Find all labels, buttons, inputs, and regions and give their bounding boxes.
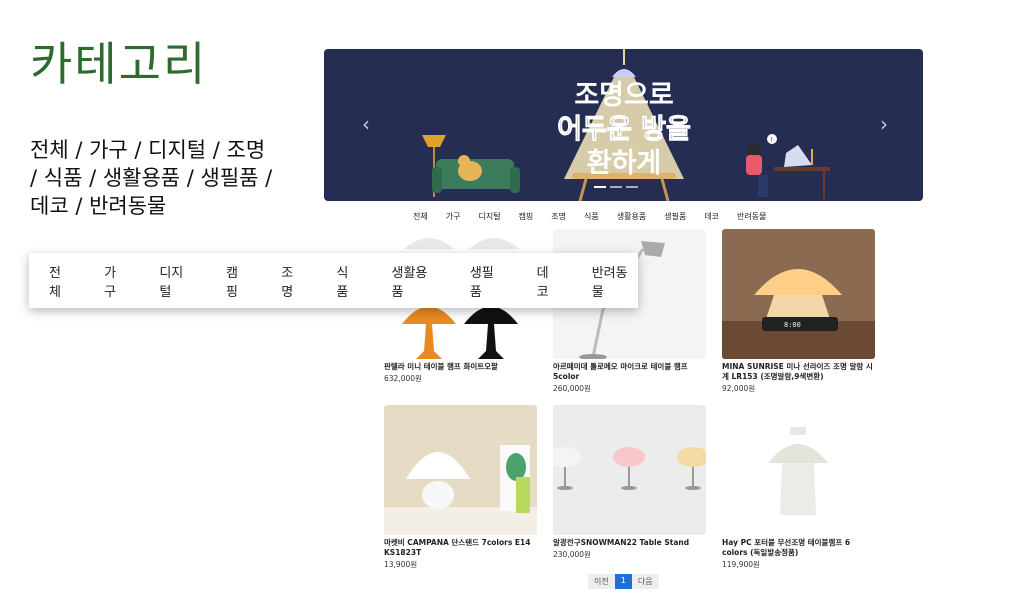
category-bar: 전체 가구 디지털 캠핑 조명 식품 생활용품 생필품 데코 반려동물 — [29, 253, 638, 308]
small-cat-item[interactable]: 디지털 — [469, 211, 509, 222]
category-text-list: 전체 / 가구 / 디지털 / 조명 / 식품 / 생활용품 / 생필품 / 데… — [30, 136, 310, 220]
category-bar-item[interactable]: 캠핑 — [226, 262, 249, 300]
small-cat-item[interactable]: 식품 — [575, 211, 608, 222]
category-bar-item[interactable]: 식품 — [336, 262, 359, 300]
small-cat-item[interactable]: 캠핑 — [510, 211, 543, 222]
product-name[interactable]: 아르떼미데 톨로메오 마이크로 테이블 램프 5color — [553, 362, 706, 382]
product-name[interactable]: 마켓비 CAMPANA 단스탠드 7colors E14 KS1823T — [384, 538, 537, 558]
product-price: 119,900원 — [722, 560, 760, 569]
product-image[interactable]: 8:00 — [722, 229, 875, 359]
banner-line-2: 어두운 방을 — [557, 114, 692, 146]
category-bar-item[interactable]: 데코 — [537, 262, 560, 300]
category-text-line: 데코 / 반려동물 — [30, 194, 167, 218]
product-name[interactable]: MINA SUNRISE 미나 선라이즈 조명 알람 시계 LR153 (조명알… — [722, 362, 875, 382]
product-image[interactable] — [553, 405, 706, 535]
hero-banner[interactable]: ! ‹ › 조명으로 어두운 방을 환하게 — [324, 49, 923, 201]
product-image[interactable] — [384, 405, 537, 535]
product-card[interactable]: 8:00 MINA SUNRISE 미나 선라이즈 조명 알람 시계 LR153… — [722, 229, 875, 394]
page-title: 카테고리 — [30, 37, 208, 91]
banner-dot[interactable] — [594, 186, 606, 188]
pager-next-button[interactable]: 다음 — [631, 574, 659, 589]
pager-prev-button[interactable]: 이전 — [588, 574, 615, 589]
svg-text:8:00: 8:00 — [784, 321, 801, 329]
category-bar-item[interactable]: 생활용품 — [392, 262, 438, 300]
category-text-line: / 식품 / 생활용품 / 생필품 / — [30, 166, 273, 190]
product-name[interactable]: 알광전구SNOWMAN22 Table Stand — [553, 538, 706, 548]
product-price: 632,000원 — [384, 374, 422, 383]
small-cat-item[interactable]: 가구 — [437, 211, 470, 222]
banner-next-button[interactable]: › — [874, 111, 894, 137]
svg-text:!: ! — [770, 136, 773, 144]
small-cat-item[interactable]: 조명 — [542, 211, 575, 222]
product-card[interactable]: 마켓비 CAMPANA 단스탠드 7colors E14 KS1823T 13,… — [384, 405, 537, 570]
category-text-line: 전체 / 가구 / 디지털 / 조명 — [30, 138, 266, 162]
pagination: 이전 1 다음 — [588, 574, 659, 589]
category-bar-item[interactable]: 디지털 — [159, 262, 194, 300]
banner-pagination-dots — [594, 186, 638, 188]
product-price: 92,000원 — [722, 384, 756, 393]
small-cat-item[interactable]: 데코 — [695, 211, 728, 222]
small-cat-item[interactable]: 전체 — [404, 211, 437, 222]
small-cat-item[interactable]: 생활용품 — [608, 211, 655, 222]
small-cat-item[interactable]: 반려동물 — [728, 211, 775, 222]
product-image[interactable] — [722, 405, 875, 535]
category-bar-item[interactable]: 반려동물 — [592, 262, 638, 300]
product-card[interactable]: Hay PC 포터블 무선조명 테이블램프 6 colors (독일발송정품) … — [722, 405, 875, 570]
product-price: 260,000원 — [553, 384, 591, 393]
pager-current-page[interactable]: 1 — [614, 574, 632, 589]
product-card[interactable]: 알광전구SNOWMAN22 Table Stand 230,000원 — [553, 405, 706, 560]
banner-dot[interactable] — [626, 186, 638, 188]
product-name[interactable]: Hay PC 포터블 무선조명 테이블램프 6 colors (독일발송정품) — [722, 538, 875, 558]
category-bar-item[interactable]: 가구 — [104, 262, 127, 300]
banner-line-3: 환하게 — [586, 148, 662, 179]
banner-headline: 조명으로 어두운 방을 환하게 — [524, 79, 724, 181]
chevron-right-icon: › — [880, 112, 888, 136]
banner-dot[interactable] — [610, 186, 622, 188]
small-category-nav: 전체 가구 디지털 캠핑 조명 식품 생활용품 생필품 데코 반려동물 — [404, 211, 776, 222]
category-bar-item[interactable]: 전체 — [49, 262, 72, 300]
product-price: 13,900원 — [384, 560, 418, 569]
small-cat-item[interactable]: 생필품 — [655, 211, 695, 222]
product-price: 230,000원 — [553, 550, 591, 559]
product-name[interactable]: 판텔라 미니 테이블 램프 화이트오팔 — [384, 362, 537, 372]
chevron-left-icon: ‹ — [362, 112, 370, 136]
category-bar-item[interactable]: 생필품 — [470, 262, 505, 300]
banner-prev-button[interactable]: ‹ — [356, 111, 376, 137]
category-bar-item[interactable]: 조명 — [281, 262, 304, 300]
banner-line-1: 조명으로 — [574, 80, 674, 111]
